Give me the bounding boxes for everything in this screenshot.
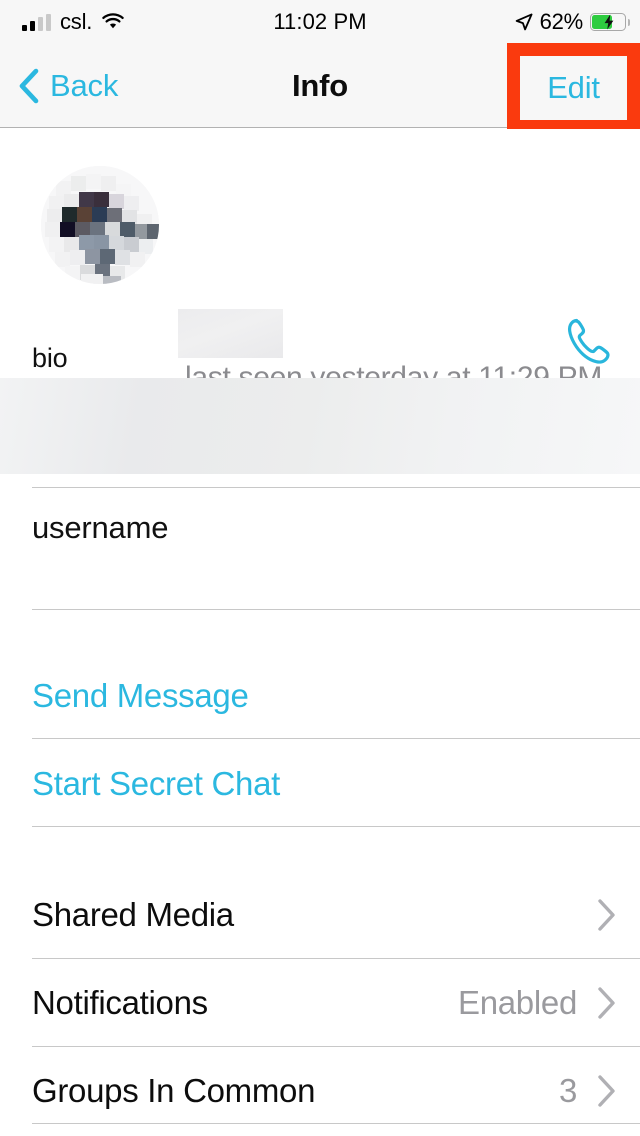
edit-button[interactable]: Edit	[507, 43, 640, 133]
bio-value-redacted	[0, 378, 640, 474]
divider	[32, 826, 640, 827]
notifications-row[interactable]: Notifications Enabled	[0, 959, 640, 1047]
clock-label: 11:02 PM	[273, 9, 367, 34]
username-value-redacted	[30, 557, 220, 593]
bio-label: bio	[32, 343, 68, 373]
status-bar-right: 62%	[515, 0, 630, 44]
shared-media-label: Shared Media	[32, 896, 234, 933]
send-message-link[interactable]: Send Message	[32, 677, 249, 715]
divider	[32, 487, 640, 488]
chevron-right-icon	[597, 898, 617, 932]
battery-percent-label: 62%	[539, 9, 584, 34]
telegram-contact-info-screen: csl. 11:02 PM 62% Back Info Edit bio use…	[0, 0, 640, 1136]
battery-charging-icon	[590, 13, 630, 31]
start-secret-chat-link[interactable]: Start Secret Chat	[32, 765, 280, 803]
edit-button-label: Edit	[547, 70, 600, 105]
groups-in-common-value: 3	[558, 1072, 577, 1109]
groups-in-common-label: Groups In Common	[32, 1072, 316, 1109]
avatar-pixelated-image	[41, 166, 159, 284]
username-label: username	[32, 510, 169, 545]
location-arrow-icon	[515, 13, 533, 31]
status-bar: csl. 11:02 PM 62%	[0, 0, 640, 44]
divider	[32, 1123, 640, 1124]
contact-name-redacted	[178, 309, 283, 358]
notifications-label: Notifications	[32, 984, 208, 1021]
profile-header: last seen yesterday at 11:29 PM	[0, 129, 640, 394]
divider	[32, 609, 640, 610]
start-secret-chat-label: Start Secret Chat	[32, 765, 281, 802]
shared-media-row[interactable]: Shared Media	[0, 871, 640, 959]
chevron-right-icon	[597, 986, 617, 1020]
avatar[interactable]	[41, 166, 159, 284]
phone-icon[interactable]	[559, 314, 615, 370]
chevron-right-icon	[597, 1074, 617, 1108]
notifications-value: Enabled	[457, 984, 577, 1021]
send-message-label: Send Message	[32, 677, 249, 714]
groups-in-common-row[interactable]: Groups In Common 3	[0, 1047, 640, 1135]
divider	[32, 738, 640, 739]
